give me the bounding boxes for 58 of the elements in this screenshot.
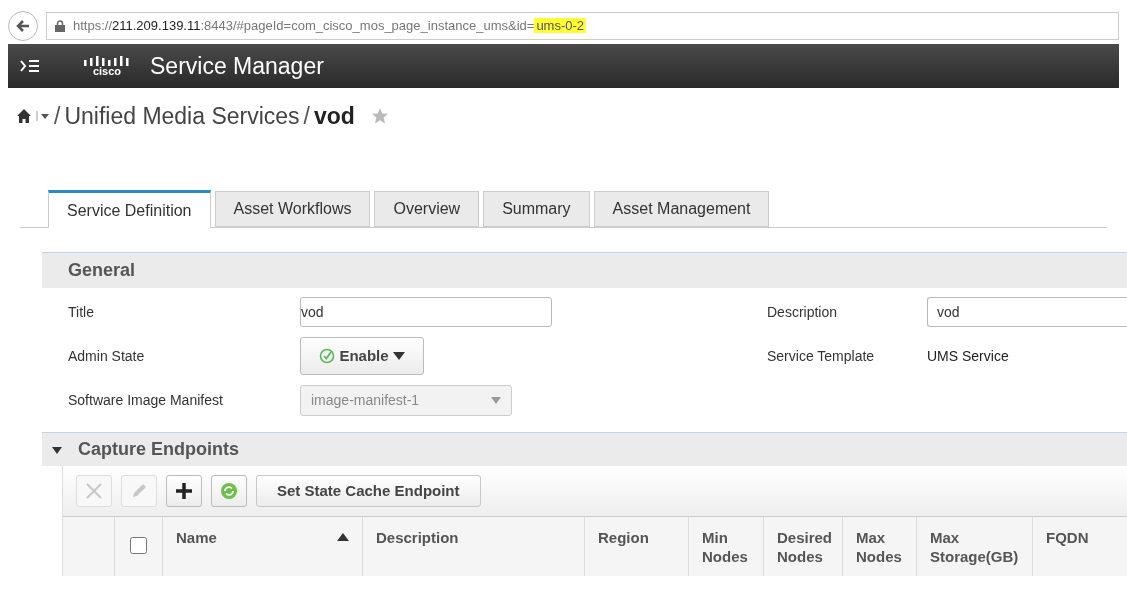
tab[interactable]: Asset Workflows [214, 191, 371, 227]
column-label: Desired Nodes [777, 528, 833, 566]
close-icon [85, 482, 103, 500]
field-label: Software Image Manifest [68, 390, 224, 410]
field-label: Title [68, 302, 95, 322]
breadcrumb-separator: / [54, 101, 61, 131]
field-value: UMS Service [927, 346, 1009, 366]
logo: cisco [84, 55, 130, 77]
column-label: Min Nodes [702, 528, 749, 566]
column-header[interactable]: Max Storage(GB) [917, 517, 1033, 576]
column-header[interactable]: Max Nodes [843, 517, 917, 576]
pencil-icon [130, 482, 148, 500]
home-icon[interactable] [16, 108, 32, 124]
column-label: Max Storage(GB) [930, 528, 1019, 566]
field-label: Admin State [68, 346, 146, 366]
column-header[interactable]: Description [363, 517, 585, 576]
check-circle-icon [319, 348, 336, 364]
breadcrumb-current: vod [314, 101, 355, 131]
admin-state-dropdown[interactable]: Enable [300, 337, 424, 375]
column-header[interactable]: Desired Nodes [764, 517, 843, 576]
column-header[interactable]: Min Nodes [689, 517, 764, 576]
tab[interactable]: Overview [374, 191, 480, 227]
column-header[interactable]: Name [163, 517, 363, 576]
back-arrow-icon [16, 19, 30, 33]
tab[interactable]: Service Definition [48, 190, 211, 228]
section-title: General [68, 259, 136, 282]
refresh-icon [220, 482, 238, 500]
address-bar[interactable]: https://211.209.139.11:8443/#pageId=com_cisco_mos_page_instance_ums&id=ums-0-2 [46, 12, 1119, 40]
column-label: Max Nodes [856, 528, 903, 566]
caret-icon[interactable] [36, 109, 50, 123]
column-label: Description [376, 528, 459, 547]
section-header[interactable]: Capture Endpoints [42, 432, 1127, 466]
column-label: Region [598, 528, 649, 547]
breadcrumb-link[interactable]: Unified Media Services [64, 98, 300, 134]
caret-icon [392, 352, 405, 360]
tab[interactable]: Summary [483, 191, 590, 227]
column-header[interactable]: FQDN [1033, 517, 1093, 576]
section-title: Capture Endpoints [78, 438, 239, 461]
select-all-checkbox[interactable] [130, 537, 147, 554]
field-label: Description [767, 302, 839, 322]
set-state-cache-button[interactable]: Set State Cache Endpoint [256, 475, 481, 507]
breadcrumb-separator: / [303, 101, 310, 131]
caret-icon [491, 396, 501, 404]
url-text: https://211.209.139.11:8443/#pageId=com_cisco_mos_page_instance_ums&id=ums-0-2 [73, 17, 587, 36]
back-button[interactable] [8, 11, 38, 41]
column-label: FQDN [1046, 528, 1089, 547]
field-label: Service Template [767, 346, 876, 366]
tab[interactable]: Asset Management [593, 191, 770, 227]
column-header[interactable]: Region [585, 517, 689, 576]
description-input[interactable]: vod [927, 297, 1127, 327]
star-icon[interactable] [370, 107, 389, 125]
lock-icon [55, 20, 65, 32]
add-button[interactable] [166, 475, 202, 507]
plus-icon [175, 482, 193, 500]
title-input[interactable]: vod [300, 297, 552, 327]
column-label: Name [176, 528, 217, 547]
app-title: Service Manager [150, 51, 324, 81]
menu-icon[interactable] [20, 58, 40, 74]
